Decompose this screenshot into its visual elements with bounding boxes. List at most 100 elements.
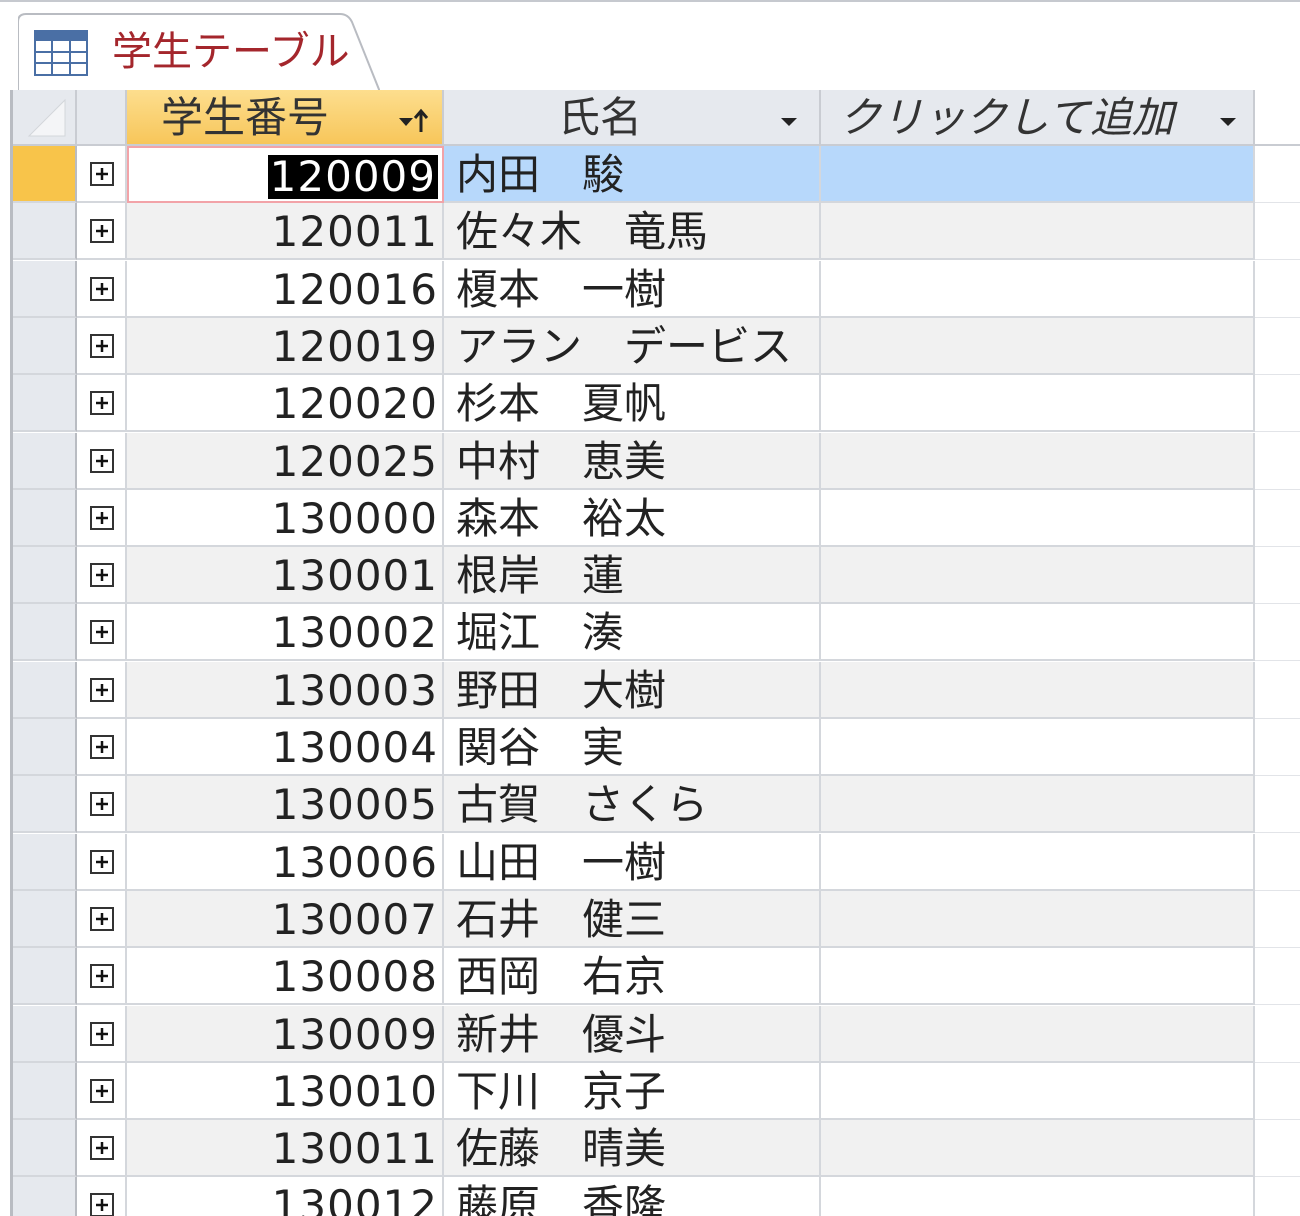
expand-plus-icon[interactable] xyxy=(90,964,114,988)
expand-plus-icon[interactable] xyxy=(90,334,114,358)
table-row[interactable]: 120025 中村 恵美 xyxy=(13,433,1300,490)
expand-plus-icon[interactable] xyxy=(90,449,114,473)
cell-add-field[interactable] xyxy=(821,1177,1255,1216)
table-row[interactable]: 120020 杉本 夏帆 xyxy=(13,375,1300,432)
cell-name[interactable]: 内田 駿 xyxy=(444,146,821,203)
tab-student-table[interactable]: 学生テーブル xyxy=(18,12,380,92)
cell-student-id[interactable]: 130010 xyxy=(127,1063,444,1120)
cell-student-id[interactable]: 120009 xyxy=(127,146,444,203)
cell-add-field[interactable] xyxy=(821,203,1255,260)
cell-add-field[interactable] xyxy=(821,375,1255,432)
expand-plus-icon[interactable] xyxy=(90,678,114,702)
expand-plus-icon[interactable] xyxy=(90,1193,114,1216)
cell-student-id[interactable]: 130012 xyxy=(127,1177,444,1216)
record-selector[interactable] xyxy=(13,490,77,547)
table-row[interactable]: 130003 野田 大樹 xyxy=(13,662,1300,719)
record-selector[interactable] xyxy=(13,604,77,661)
cell-student-id[interactable]: 120025 xyxy=(127,433,444,490)
cell-name[interactable]: 下川 京子 xyxy=(444,1063,821,1120)
record-selector[interactable] xyxy=(13,1177,77,1216)
cell-name[interactable]: 杉本 夏帆 xyxy=(444,375,821,432)
cell-name[interactable]: 新井 優斗 xyxy=(444,1006,821,1063)
cell-name[interactable]: 堀江 湊 xyxy=(444,604,821,661)
expand-plus-icon[interactable] xyxy=(90,620,114,644)
expand-plus-icon[interactable] xyxy=(90,1136,114,1160)
cell-student-id[interactable]: 130003 xyxy=(127,662,444,719)
expand-plus-icon[interactable] xyxy=(90,277,114,301)
record-selector[interactable] xyxy=(13,1120,77,1177)
cell-name[interactable]: 石井 健三 xyxy=(444,891,821,948)
column-header-add[interactable]: クリックして追加 xyxy=(821,90,1255,146)
chevron-down-icon[interactable] xyxy=(778,110,800,132)
cell-student-id[interactable]: 130011 xyxy=(127,1120,444,1177)
cell-add-field[interactable] xyxy=(821,547,1255,604)
cell-add-field[interactable] xyxy=(821,1120,1255,1177)
expand-plus-icon[interactable] xyxy=(90,391,114,415)
select-all-corner[interactable] xyxy=(13,90,77,146)
record-selector[interactable] xyxy=(13,375,77,432)
record-selector[interactable] xyxy=(13,318,77,375)
record-selector[interactable] xyxy=(13,891,77,948)
cell-name[interactable]: 中村 恵美 xyxy=(444,433,821,490)
expand-plus-icon[interactable] xyxy=(90,1022,114,1046)
record-selector[interactable] xyxy=(13,547,77,604)
cell-name[interactable]: 佐藤 晴美 xyxy=(444,1120,821,1177)
cell-add-field[interactable] xyxy=(821,146,1255,203)
cell-student-id[interactable]: 130005 xyxy=(127,776,444,833)
table-row[interactable]: 130010 下川 京子 xyxy=(13,1063,1300,1120)
record-selector[interactable] xyxy=(13,948,77,1005)
cell-student-id[interactable]: 130000 xyxy=(127,490,444,547)
cell-add-field[interactable] xyxy=(821,948,1255,1005)
record-selector[interactable] xyxy=(13,1006,77,1063)
expand-plus-icon[interactable] xyxy=(90,735,114,759)
record-selector[interactable] xyxy=(13,261,77,318)
cell-name[interactable]: 佐々木 竜馬 xyxy=(444,203,821,260)
table-row[interactable]: 130008 西岡 右京 xyxy=(13,948,1300,1005)
expand-plus-icon[interactable] xyxy=(90,792,114,816)
cell-add-field[interactable] xyxy=(821,261,1255,318)
cell-add-field[interactable] xyxy=(821,433,1255,490)
table-row[interactable]: 120016 榎本 一樹 xyxy=(13,261,1300,318)
cell-add-field[interactable] xyxy=(821,1063,1255,1120)
cell-student-id[interactable]: 130002 xyxy=(127,604,444,661)
table-row[interactable]: 130004 関谷 実 xyxy=(13,719,1300,776)
column-header-student-id[interactable]: 学生番号 xyxy=(127,90,444,146)
cell-name[interactable]: アラン デービス xyxy=(444,318,821,375)
cell-student-id[interactable]: 130008 xyxy=(127,948,444,1005)
cell-add-field[interactable] xyxy=(821,891,1255,948)
cell-student-id[interactable]: 130001 xyxy=(127,547,444,604)
cell-add-field[interactable] xyxy=(821,662,1255,719)
table-row[interactable]: 130001 根岸 蓮 xyxy=(13,547,1300,604)
record-selector[interactable] xyxy=(13,1063,77,1120)
cell-student-id[interactable]: 120020 xyxy=(127,375,444,432)
cell-add-field[interactable] xyxy=(821,1006,1255,1063)
cell-student-id[interactable]: 130009 xyxy=(127,1006,444,1063)
table-row[interactable]: 130012 藤原 香隆 xyxy=(13,1177,1300,1216)
table-row[interactable]: 130002 堀江 湊 xyxy=(13,604,1300,661)
cell-name[interactable]: 西岡 右京 xyxy=(444,948,821,1005)
expand-plus-icon[interactable] xyxy=(90,1079,114,1103)
expand-plus-icon[interactable] xyxy=(90,850,114,874)
record-selector[interactable] xyxy=(13,662,77,719)
expand-plus-icon[interactable] xyxy=(90,907,114,931)
cell-add-field[interactable] xyxy=(821,318,1255,375)
cell-name[interactable]: 根岸 蓮 xyxy=(444,547,821,604)
cell-student-id[interactable]: 130006 xyxy=(127,834,444,891)
table-row[interactable]: 130011 佐藤 晴美 xyxy=(13,1120,1300,1177)
expand-plus-icon[interactable] xyxy=(90,563,114,587)
expand-plus-icon[interactable] xyxy=(90,219,114,243)
cell-student-id[interactable]: 130007 xyxy=(127,891,444,948)
cell-student-id[interactable]: 120019 xyxy=(127,318,444,375)
table-row[interactable]: 120019 アラン デービス xyxy=(13,318,1300,375)
cell-add-field[interactable] xyxy=(821,719,1255,776)
cell-student-id[interactable]: 120011 xyxy=(127,203,444,260)
table-row[interactable]: 130006 山田 一樹 xyxy=(13,834,1300,891)
cell-name[interactable]: 藤原 香隆 xyxy=(444,1177,821,1216)
record-selector[interactable] xyxy=(13,433,77,490)
table-row[interactable]: 130005 古賀 さくら xyxy=(13,776,1300,833)
record-selector[interactable] xyxy=(13,719,77,776)
table-row[interactable]: 130009 新井 優斗 xyxy=(13,1006,1300,1063)
cell-add-field[interactable] xyxy=(821,834,1255,891)
cell-add-field[interactable] xyxy=(821,604,1255,661)
expand-plus-icon[interactable] xyxy=(90,506,114,530)
